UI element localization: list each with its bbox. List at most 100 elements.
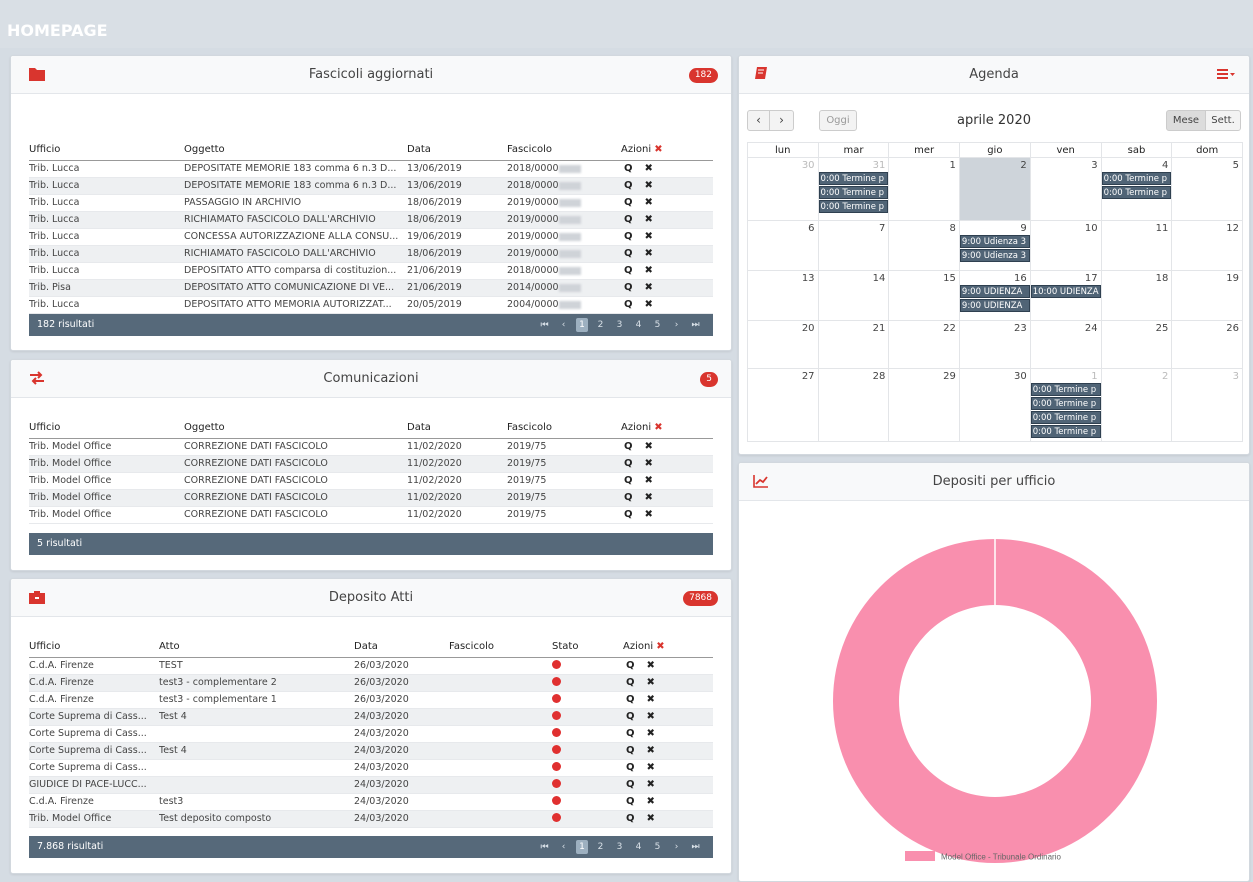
table-row[interactable]: GIUDICE DI PACE-LUCC... 24/03/2020 Q ✖ xyxy=(29,776,713,794)
page-link[interactable]: 4 xyxy=(629,840,648,854)
calendar-day[interactable]: 30 xyxy=(747,157,819,221)
remove-icon[interactable]: ✖ xyxy=(647,762,655,773)
calendar-event[interactable]: 0:00 Termine p xyxy=(1030,397,1101,410)
page-link[interactable]: 2 xyxy=(591,318,610,332)
remove-icon[interactable]: ✖ xyxy=(647,728,655,739)
search-icon[interactable]: Q xyxy=(626,728,635,739)
calendar-day[interactable]: 16 9:00 UDIENZA 9:00 UDIENZA xyxy=(958,270,1031,321)
page-link[interactable]: 2 xyxy=(591,840,610,854)
remove-icon[interactable]: ✖ xyxy=(647,660,655,671)
table-row[interactable]: Trib. Model Office Test deposito composto… xyxy=(29,810,713,828)
prev-page-icon[interactable]: ‹ xyxy=(554,318,573,332)
clear-all-icon[interactable]: ✖ xyxy=(654,422,662,433)
calendar-day[interactable]: 1 0:00 Termine p 0:00 Termine p 0:00 Termin… xyxy=(1029,368,1102,442)
calendar-day[interactable]: 22 xyxy=(888,320,960,369)
calendar-day[interactable]: 2 xyxy=(958,157,1031,221)
remove-icon[interactable]: ✖ xyxy=(645,163,653,174)
clear-all-icon[interactable]: ✖ xyxy=(654,144,662,155)
search-icon[interactable]: Q xyxy=(624,282,633,293)
calendar-day[interactable]: 1 xyxy=(888,157,960,221)
calendar-day[interactable]: 31 0:00 Termine p 0:00 Termine p 0:00 Termi… xyxy=(817,157,890,221)
calendar-event[interactable]: 0:00 Termine p xyxy=(1101,172,1172,185)
search-icon[interactable]: Q xyxy=(626,813,635,824)
first-page-icon[interactable]: ⏮ xyxy=(535,840,554,854)
search-icon[interactable]: Q xyxy=(626,711,635,722)
calendar-event[interactable]: 0:00 Termine p xyxy=(1030,383,1101,396)
page-link[interactable]: 3 xyxy=(610,318,629,332)
search-icon[interactable]: Q xyxy=(624,180,633,191)
remove-icon[interactable]: ✖ xyxy=(645,509,653,520)
search-icon[interactable]: Q xyxy=(624,248,633,259)
calendar-day[interactable]: 14 xyxy=(817,270,890,321)
calendar-day[interactable]: 25 xyxy=(1100,320,1173,369)
remove-icon[interactable]: ✖ xyxy=(647,796,655,807)
month-view-button[interactable]: Mese xyxy=(1166,110,1206,131)
search-icon[interactable]: Q xyxy=(624,441,633,452)
col-header[interactable]: Stato xyxy=(552,637,623,658)
table-row[interactable]: Trib. Lucca DEPOSITATO ATTO comparsa di c… xyxy=(29,262,713,280)
col-header[interactable]: Data xyxy=(354,637,449,658)
col-header[interactable]: Oggetto xyxy=(184,140,407,161)
calendar-day[interactable]: 8 xyxy=(888,220,960,271)
table-row[interactable]: Corte Suprema di Cass... 24/03/2020 Q ✖ xyxy=(29,759,713,777)
table-row[interactable]: C.d.A. Firenze test3 24/03/2020 Q ✖ xyxy=(29,793,713,811)
search-icon[interactable]: Q xyxy=(626,677,635,688)
calendar-day[interactable]: 11 xyxy=(1100,220,1173,271)
table-row[interactable]: C.d.A. Firenze test3 - complementare 1 26/… xyxy=(29,691,713,709)
remove-icon[interactable]: ✖ xyxy=(645,441,653,452)
calendar-event[interactable]: 9:00 UDIENZA xyxy=(959,285,1030,298)
search-icon[interactable]: Q xyxy=(626,762,635,773)
table-row[interactable]: Trib. Lucca RICHIAMATO FASCICOLO DALL'ARC… xyxy=(29,211,713,229)
search-icon[interactable]: Q xyxy=(626,660,635,671)
remove-icon[interactable]: ✖ xyxy=(645,180,653,191)
search-icon[interactable]: Q xyxy=(626,694,635,705)
last-page-icon[interactable]: ⏭ xyxy=(686,840,705,854)
remove-icon[interactable]: ✖ xyxy=(645,248,653,259)
remove-icon[interactable]: ✖ xyxy=(647,779,655,790)
calendar-day[interactable]: 26 xyxy=(1171,320,1243,369)
table-row[interactable]: Trib. Model Office CORREZIONE DATI FASCIC… xyxy=(29,472,713,490)
search-icon[interactable]: Q xyxy=(624,492,633,503)
calendar-day[interactable]: 3 xyxy=(1171,368,1243,442)
table-row[interactable]: Trib. Model Office CORREZIONE DATI FASCIC… xyxy=(29,455,713,473)
last-page-icon[interactable]: ⏭ xyxy=(686,318,705,332)
calendar-day[interactable]: 3 xyxy=(1029,157,1102,221)
search-icon[interactable]: Q xyxy=(624,163,633,174)
page-link[interactable]: 4 xyxy=(629,318,648,332)
remove-icon[interactable]: ✖ xyxy=(645,197,653,208)
calendar-day[interactable]: 4 0:00 Termine p 0:00 Termine p xyxy=(1100,157,1173,221)
col-header[interactable]: Ufficio xyxy=(29,140,184,161)
remove-icon[interactable]: ✖ xyxy=(645,265,653,276)
remove-icon[interactable]: ✖ xyxy=(645,475,653,486)
search-icon[interactable]: Q xyxy=(626,745,635,756)
table-row[interactable]: Trib. Lucca PASSAGGIO IN ARCHIVIO 18/06/20… xyxy=(29,194,713,212)
remove-icon[interactable]: ✖ xyxy=(647,711,655,722)
table-row[interactable]: Trib. Model Office CORREZIONE DATI FASCIC… xyxy=(29,506,713,524)
next-page-icon[interactable]: › xyxy=(667,318,686,332)
table-row[interactable]: Trib. Model Office CORREZIONE DATI FASCIC… xyxy=(29,438,713,456)
page-link[interactable]: 5 xyxy=(648,318,667,332)
calendar-day[interactable]: 2 xyxy=(1100,368,1173,442)
table-row[interactable]: Trib. Lucca CONCESSA AUTORIZZAZIONE ALLA … xyxy=(29,228,713,246)
search-icon[interactable]: Q xyxy=(626,779,635,790)
calendar-day[interactable]: 10 xyxy=(1029,220,1102,271)
remove-icon[interactable]: ✖ xyxy=(645,299,653,310)
calendar-day[interactable]: 20 xyxy=(747,320,819,369)
calendar-day[interactable]: 27 xyxy=(747,368,819,442)
search-icon[interactable]: Q xyxy=(626,796,635,807)
first-page-icon[interactable]: ⏮ xyxy=(535,318,554,332)
calendar-day[interactable]: 18 xyxy=(1100,270,1173,321)
calendar-event[interactable]: 9:00 Udienza 3 xyxy=(959,235,1030,248)
page-link[interactable]: 3 xyxy=(610,840,629,854)
calendar-day[interactable]: 19 xyxy=(1171,270,1243,321)
page-link[interactable]: 5 xyxy=(648,840,667,854)
search-icon[interactable]: Q xyxy=(624,214,633,225)
calendar-day[interactable]: 9 9:00 Udienza 3 9:00 Udienza 3 xyxy=(958,220,1031,271)
search-icon[interactable]: Q xyxy=(624,299,633,310)
calendar-day[interactable]: 21 xyxy=(817,320,890,369)
calendar-day[interactable]: 12 xyxy=(1171,220,1243,271)
remove-icon[interactable]: ✖ xyxy=(647,813,655,824)
table-row[interactable]: Corte Suprema di Cass... 24/03/2020 Q ✖ xyxy=(29,725,713,743)
remove-icon[interactable]: ✖ xyxy=(645,231,653,242)
remove-icon[interactable]: ✖ xyxy=(647,694,655,705)
